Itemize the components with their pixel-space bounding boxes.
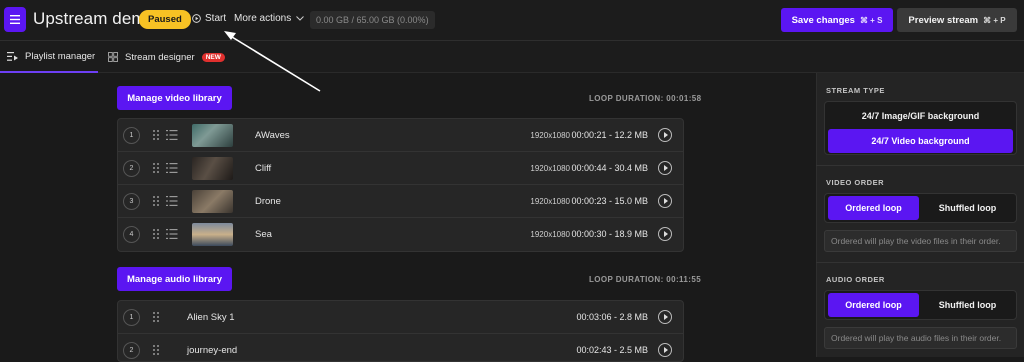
- tab-label: Stream designer: [125, 51, 195, 63]
- video-list: 1 AWaves 1920x1080 00:00:21 - 12.2 MB 2 …: [117, 118, 684, 252]
- video-duration-size: 00:00:21 - 12.2 MB: [571, 130, 648, 140]
- start-button[interactable]: Start: [192, 13, 226, 24]
- audio-shuffled-loop-option[interactable]: Shuffled loop: [922, 293, 1013, 317]
- item-number: 1: [123, 309, 140, 326]
- more-actions-label: More actions: [234, 13, 292, 24]
- divider: [816, 165, 1024, 166]
- drag-handle-icon[interactable]: [152, 344, 160, 356]
- play-icon[interactable]: [658, 343, 672, 357]
- order-list-icon: [166, 130, 178, 140]
- page-title: Upstream demo: [33, 9, 156, 28]
- play-icon[interactable]: [658, 227, 672, 241]
- audio-duration-size: 00:03:06 - 2.8 MB: [576, 312, 648, 322]
- tab-stream-designer[interactable]: Stream designer NEW: [108, 41, 225, 73]
- play-icon[interactable]: [658, 310, 672, 324]
- stream-type-video-option[interactable]: 24/7 Video background: [828, 129, 1013, 153]
- video-resolution: 1920x1080: [530, 131, 570, 140]
- video-order-label: VIDEO ORDER: [826, 178, 885, 187]
- audio-loop-duration: LOOP DURATION: 00:11:55: [589, 275, 702, 284]
- manage-video-library-button[interactable]: Manage video library: [117, 86, 232, 110]
- stream-type-image-option[interactable]: 24/7 Image/GIF background: [828, 104, 1013, 128]
- audio-ordered-loop-option[interactable]: Ordered loop: [828, 293, 919, 317]
- video-order-note: Ordered will play the video files in the…: [824, 230, 1017, 252]
- video-name: Drone: [255, 196, 281, 207]
- item-number: 4: [123, 226, 140, 243]
- preview-label: Preview stream: [908, 14, 979, 26]
- stream-type-label: STREAM TYPE: [826, 86, 885, 95]
- video-duration-size: 00:00:23 - 15.0 MB: [571, 196, 648, 206]
- audio-order-note: Ordered will play the audio files in the…: [824, 327, 1017, 349]
- save-changes-button[interactable]: Save changes ⌘ + S: [781, 8, 893, 32]
- audio-name: journey-end: [187, 345, 238, 356]
- tab-label: Playlist manager: [25, 50, 96, 62]
- video-order-toggle: Ordered loop Shuffled loop: [824, 193, 1017, 223]
- video-name: AWaves: [255, 130, 290, 141]
- play-icon[interactable]: [658, 128, 672, 142]
- chevron-down-icon: [296, 16, 305, 21]
- hamburger-menu-button[interactable]: [4, 7, 26, 32]
- item-number: 2: [123, 160, 140, 177]
- preview-stream-button[interactable]: Preview stream ⌘ + P: [897, 8, 1017, 32]
- video-thumbnail: [192, 124, 233, 147]
- video-thumbnail: [192, 157, 233, 180]
- item-number: 2: [123, 342, 140, 359]
- video-shuffled-loop-option[interactable]: Shuffled loop: [922, 196, 1013, 220]
- play-circle-icon: [192, 14, 201, 23]
- divider: [816, 262, 1024, 263]
- list-item[interactable]: 1 Alien Sky 1 00:03:06 - 2.8 MB: [118, 301, 683, 334]
- hamburger-icon: [10, 15, 20, 24]
- play-icon[interactable]: [658, 194, 672, 208]
- new-badge: NEW: [201, 52, 225, 62]
- order-list-icon: [166, 229, 178, 239]
- video-duration-size: 00:00:44 - 30.4 MB: [571, 163, 648, 173]
- layout-grid-icon: [108, 52, 118, 62]
- save-shortcut: ⌘ + S: [859, 15, 883, 25]
- video-resolution: 1920x1080: [530, 230, 570, 239]
- order-list-icon: [166, 163, 178, 173]
- video-thumbnail: [192, 223, 233, 246]
- audio-order-label: AUDIO ORDER: [826, 275, 885, 284]
- preview-shortcut: ⌘ + P: [983, 15, 1006, 25]
- audio-name: Alien Sky 1: [187, 312, 235, 323]
- drag-handle-icon[interactable]: [152, 129, 160, 141]
- item-number: 1: [123, 127, 140, 144]
- manage-audio-library-button[interactable]: Manage audio library: [117, 267, 232, 291]
- list-item[interactable]: 4 Sea 1920x1080 00:00:30 - 18.9 MB: [118, 218, 683, 251]
- order-list-icon: [166, 196, 178, 206]
- status-badge: Paused: [139, 10, 191, 29]
- audio-list: 1 Alien Sky 1 00:03:06 - 2.8 MB 2 journe…: [117, 300, 684, 362]
- play-icon[interactable]: [658, 161, 672, 175]
- stream-type-panel: 24/7 Image/GIF background 24/7 Video bac…: [824, 101, 1017, 155]
- playlist-icon: [7, 51, 18, 61]
- video-resolution: 1920x1080: [530, 197, 570, 206]
- audio-order-toggle: Ordered loop Shuffled loop: [824, 290, 1017, 320]
- list-item[interactable]: 1 AWaves 1920x1080 00:00:21 - 12.2 MB: [118, 119, 683, 152]
- audio-duration-size: 00:02:43 - 2.5 MB: [576, 345, 648, 355]
- video-name: Sea: [255, 229, 272, 240]
- list-item[interactable]: 3 Drone 1920x1080 00:00:23 - 15.0 MB: [118, 185, 683, 218]
- list-item[interactable]: 2 journey-end 00:02:43 - 2.5 MB: [118, 334, 683, 361]
- tab-bar: Playlist manager Stream designer NEW: [0, 41, 1024, 73]
- list-item[interactable]: 2 Cliff 1920x1080 00:00:44 - 30.4 MB: [118, 152, 683, 185]
- tab-playlist-manager[interactable]: Playlist manager: [0, 41, 98, 73]
- more-actions-dropdown[interactable]: More actions: [234, 13, 305, 24]
- video-ordered-loop-option[interactable]: Ordered loop: [828, 196, 919, 220]
- item-number: 3: [123, 193, 140, 210]
- save-label: Save changes: [791, 14, 855, 26]
- video-thumbnail: [192, 190, 233, 213]
- top-bar: Upstream demo Paused Start More actions …: [0, 0, 1024, 41]
- drag-handle-icon[interactable]: [152, 162, 160, 174]
- storage-usage: 0.00 GB / 65.00 GB (0.00%): [310, 11, 435, 29]
- start-label: Start: [205, 13, 227, 24]
- video-duration-size: 00:00:30 - 18.9 MB: [571, 229, 648, 239]
- drag-handle-icon[interactable]: [152, 195, 160, 207]
- video-loop-duration: LOOP DURATION: 00:01:58: [589, 94, 702, 103]
- video-resolution: 1920x1080: [530, 164, 570, 173]
- drag-handle-icon[interactable]: [152, 228, 160, 240]
- drag-handle-icon[interactable]: [152, 311, 160, 323]
- video-name: Cliff: [255, 163, 272, 174]
